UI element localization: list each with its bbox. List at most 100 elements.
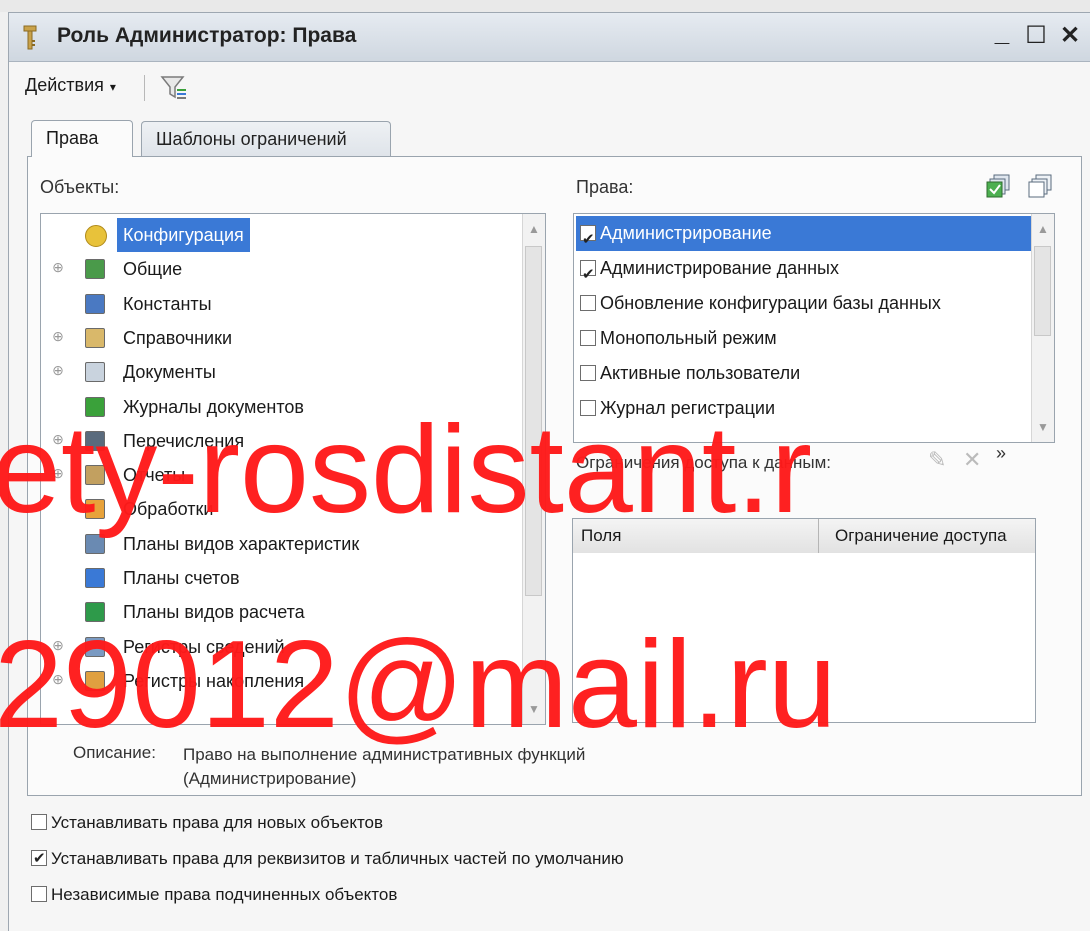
- tab-rights[interactable]: Права: [31, 120, 133, 157]
- tree-item-label: Обработки: [123, 499, 214, 520]
- objects-label: Объекты:: [40, 177, 120, 197]
- tree-item-label: Отчеты: [123, 465, 186, 486]
- tree-item[interactable]: ⊕ Регистры накопления: [41, 664, 521, 698]
- expand-icon[interactable]: ⊕: [51, 432, 65, 447]
- expand-icon[interactable]: ⊕: [51, 260, 65, 275]
- tree-item-label: Планы видов характеристик: [123, 533, 360, 554]
- documents-icon: [85, 362, 105, 383]
- column-access-restriction[interactable]: Ограничение доступа: [835, 519, 1007, 553]
- configuration-icon: [85, 225, 107, 247]
- uncheck-all-icon[interactable]: [1028, 173, 1054, 199]
- scroll-down-icon[interactable]: ▼: [523, 694, 545, 724]
- accumulation-registers-icon: [85, 670, 105, 691]
- expand-icon[interactable]: ⊕: [51, 363, 65, 378]
- option-checkbox[interactable]: [31, 886, 47, 902]
- description-text: Право на выполнение административных фун…: [183, 743, 585, 791]
- tree-item[interactable]: Обработки: [41, 492, 521, 526]
- right-item[interactable]: Обновление конфигурации базы данных: [580, 286, 1040, 321]
- check-all-icon[interactable]: [986, 173, 1012, 199]
- tree-item-label: Документы: [123, 362, 216, 383]
- right-item-label: Администрирование: [600, 223, 772, 243]
- tree-item[interactable]: Конфигурация: [41, 218, 521, 252]
- scroll-down-icon[interactable]: ▼: [1032, 412, 1054, 442]
- tree-item-label: Планы счетов: [123, 568, 240, 588]
- description: Описание: Право на выполнение администра…: [73, 743, 585, 788]
- tree-item[interactable]: Константы: [41, 287, 521, 321]
- tree-item[interactable]: Планы счетов: [41, 561, 521, 595]
- tree-item[interactable]: ⊕ Документы: [41, 355, 521, 389]
- tree-item[interactable]: Планы видов расчета: [41, 595, 521, 629]
- description-line-1: Право на выполнение административных фун…: [183, 745, 586, 764]
- chevron-down-icon: ▾: [109, 80, 116, 94]
- restriction-edit-icon[interactable]: ✎: [928, 447, 946, 473]
- filter-icon[interactable]: [159, 73, 189, 103]
- right-checkbox[interactable]: [580, 257, 596, 292]
- restrictions-table-header: Поля Ограничение доступа: [572, 518, 1036, 554]
- expand-icon[interactable]: ⊕: [51, 638, 65, 653]
- rights-window: Роль Администратор: Права _ ☐ ✕ Действия…: [8, 12, 1090, 931]
- tab-restriction-templates[interactable]: Шаблоны ограничений: [141, 121, 391, 156]
- right-item[interactable]: Администрирование данных: [580, 251, 1040, 292]
- objects-scrollbar[interactable]: ▲ ▼: [522, 214, 545, 724]
- option-row[interactable]: Устанавливать права для реквизитов и таб…: [31, 847, 624, 871]
- tree-item[interactable]: ⊕ Общие: [41, 252, 521, 286]
- rights-scrollbar-thumb[interactable]: [1034, 246, 1051, 336]
- column-fields[interactable]: Поля: [581, 519, 621, 553]
- right-item[interactable]: Администрирование: [576, 216, 1034, 257]
- title-bar[interactable]: Роль Администратор: Права _ ☐ ✕: [9, 13, 1090, 62]
- expand-icon[interactable]: ⊕: [51, 329, 65, 344]
- tree-item[interactable]: ⊕ Перечисления: [41, 424, 521, 458]
- right-item[interactable]: Активные пользователи: [580, 356, 1040, 391]
- right-checkbox[interactable]: [580, 400, 596, 416]
- key-icon: [23, 25, 37, 50]
- tree-item[interactable]: ⊕ Регистры сведений: [41, 630, 521, 664]
- restriction-delete-icon[interactable]: ✕: [963, 447, 981, 473]
- option-row[interactable]: Устанавливать права для новых объектов: [31, 811, 383, 835]
- actions-menu-button[interactable]: Действия ▾: [25, 75, 116, 96]
- chart-of-calculation-types-icon: [85, 602, 105, 623]
- tree-item[interactable]: Журналы документов: [41, 390, 521, 424]
- option-checkbox[interactable]: [31, 847, 47, 871]
- expand-icon[interactable]: ⊕: [51, 466, 65, 481]
- tree-item[interactable]: ⊕ Отчеты: [41, 458, 521, 492]
- option-checkbox[interactable]: [31, 814, 47, 830]
- close-button[interactable]: ✕: [1053, 19, 1087, 53]
- rights-scrollbar[interactable]: ▲ ▼: [1031, 214, 1054, 442]
- right-checkbox[interactable]: [580, 295, 596, 311]
- chart-of-accounts-icon: [85, 568, 105, 588]
- right-item-label: Журнал регистрации: [600, 398, 776, 418]
- right-item[interactable]: Журнал регистрации: [580, 391, 1040, 426]
- tree-item[interactable]: ⊕ Справочники: [41, 321, 521, 355]
- objects-tree[interactable]: Конфигурация ⊕ Общие Константы ⊕ Справочники ⊕…: [40, 213, 546, 725]
- tree-item-label: Регистры накопления: [123, 670, 305, 691]
- objects-scrollbar-thumb[interactable]: [525, 246, 542, 596]
- tree-item-label: Регистры сведений: [123, 636, 285, 657]
- option-row[interactable]: Независимые права подчиненных объектов: [31, 883, 397, 907]
- restrictions-label: Ограничения доступа к данным:: [576, 453, 832, 472]
- rights-list[interactable]: Администрирование Администрирование данны…: [573, 213, 1055, 443]
- expand-icon[interactable]: ⊕: [51, 672, 65, 687]
- maximize-button[interactable]: ☐: [1019, 19, 1053, 53]
- right-item[interactable]: Монопольный режим: [580, 321, 1040, 356]
- minimize-button[interactable]: _: [985, 15, 1019, 49]
- tree-item-label: Справочники: [123, 327, 233, 348]
- scroll-up-icon[interactable]: ▲: [1032, 214, 1054, 244]
- tree-item-label: Перечисления: [123, 430, 245, 451]
- enums-icon: [85, 430, 105, 451]
- right-checkbox[interactable]: [580, 365, 596, 381]
- tree-item[interactable]: Планы видов характеристик: [41, 527, 521, 561]
- restrictions-table-body[interactable]: [572, 553, 1036, 723]
- more-icon[interactable]: »: [996, 443, 1006, 464]
- tree-item-label: Константы: [123, 293, 212, 314]
- option-label: Независимые права подчиненных объектов: [51, 885, 398, 904]
- right-checkbox[interactable]: [580, 330, 596, 346]
- tree-item-label: Планы видов расчета: [123, 602, 305, 623]
- right-checkbox[interactable]: [580, 222, 596, 257]
- dataprocessors-icon: [85, 499, 105, 520]
- option-label: Устанавливать права для реквизитов и таб…: [51, 849, 624, 868]
- scroll-up-icon[interactable]: ▲: [523, 214, 545, 244]
